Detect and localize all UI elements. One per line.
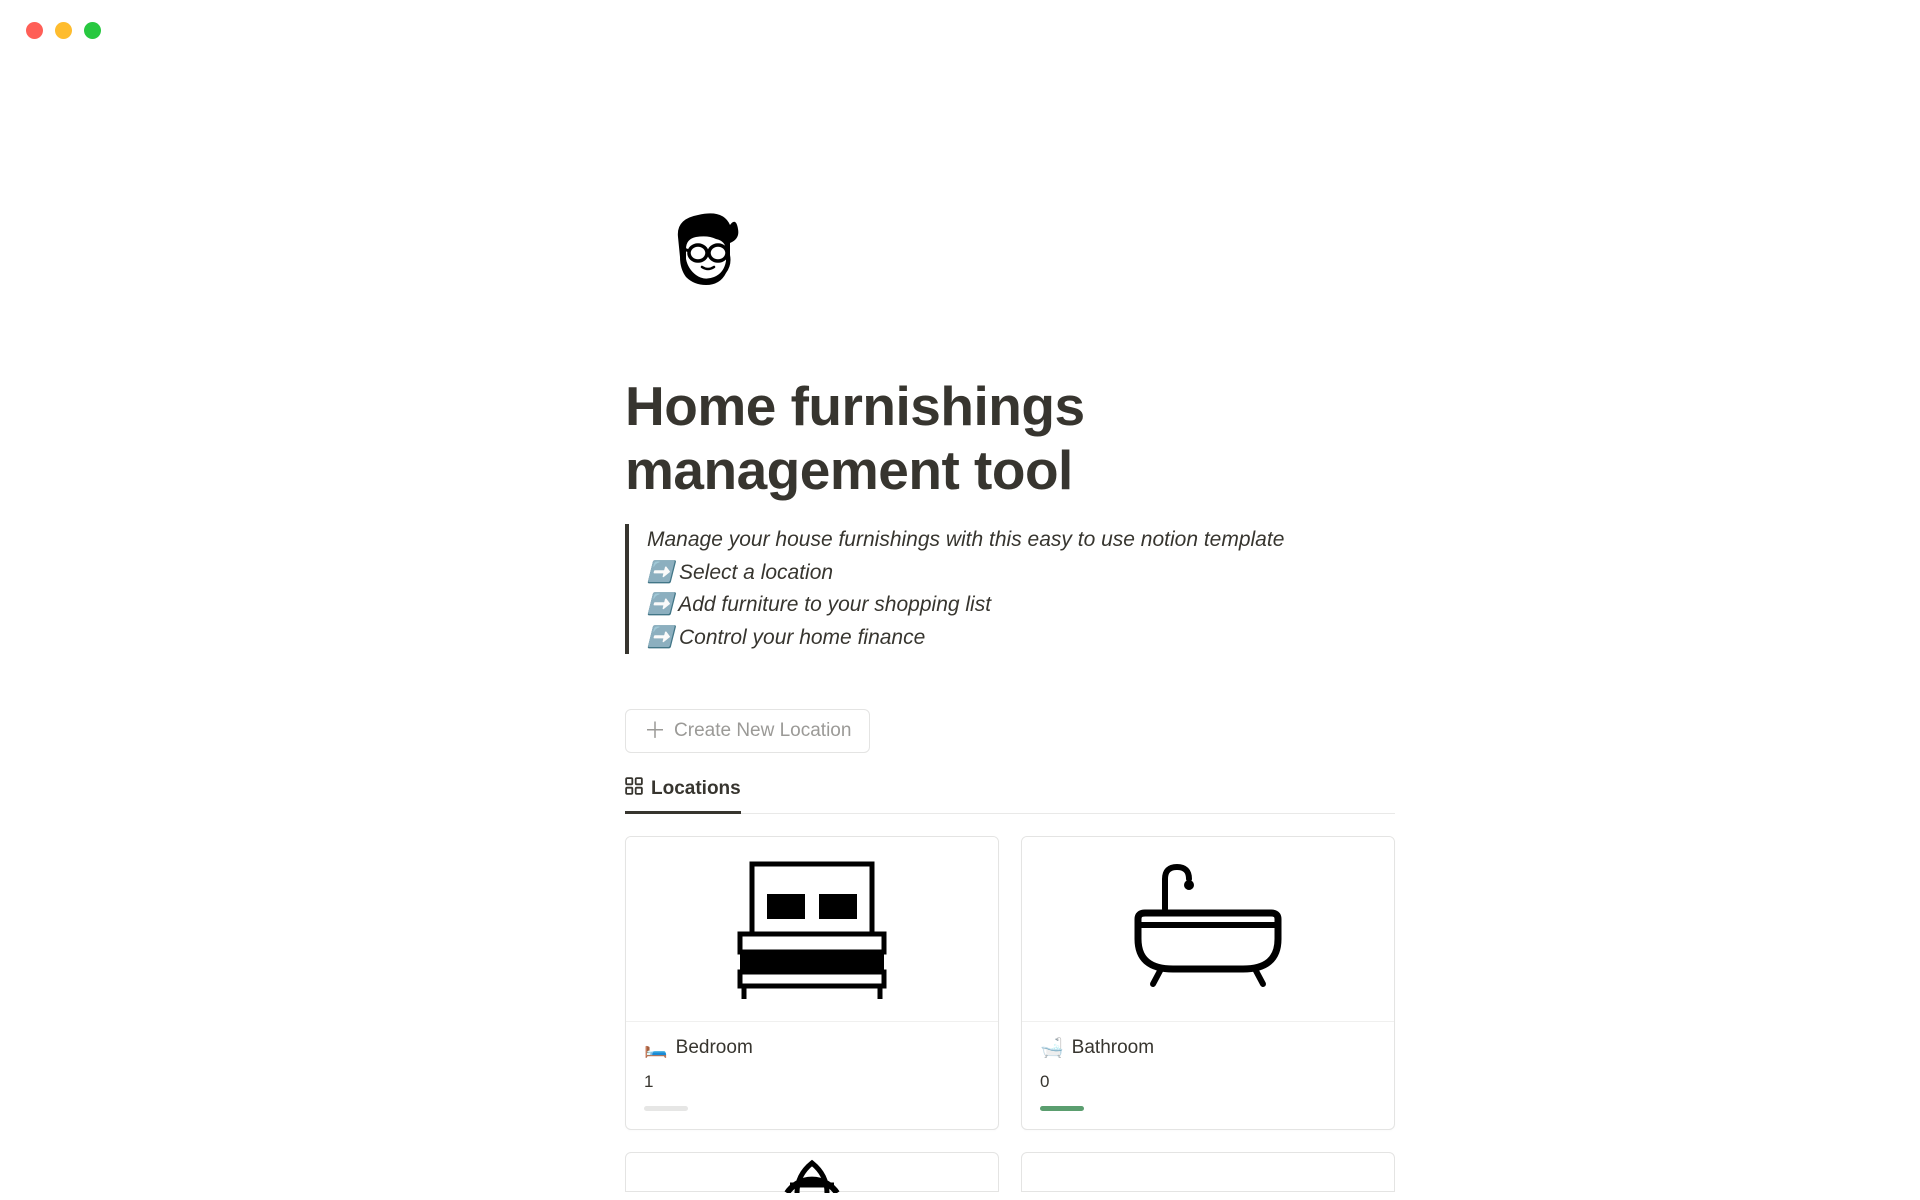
gallery-icon xyxy=(625,777,643,801)
quote-intro: Manage your house furnishings with this … xyxy=(647,524,1395,557)
quote-line-3: ➡️ Control your home finance xyxy=(647,622,1395,655)
locations-gallery: 🛏️ Bedroom 1 🛁 xyxy=(625,836,1395,1192)
card-title: 🛁 Bathroom xyxy=(1040,1036,1376,1060)
close-window[interactable] xyxy=(26,22,43,39)
quote-line-2: ➡️ Add furniture to your shopping list xyxy=(647,589,1395,622)
location-card-bathroom[interactable]: 🛁 Bathroom 0 xyxy=(1021,836,1395,1130)
create-new-location-button[interactable]: ＋ Create New Location xyxy=(625,709,870,753)
page-icon[interactable] xyxy=(650,199,765,314)
progress-bar xyxy=(644,1106,688,1111)
page-content: Home furnishings management tool Manage … xyxy=(485,199,1435,1192)
minimize-window[interactable] xyxy=(55,22,72,39)
card-title-text: Bedroom xyxy=(676,1037,753,1059)
card-body: 🛁 Bathroom 0 xyxy=(1022,1022,1394,1129)
quote-line-1: ➡️ Select a location xyxy=(647,557,1395,590)
person-glasses-icon xyxy=(658,207,758,307)
location-card-bedroom[interactable]: 🛏️ Bedroom 1 xyxy=(625,836,999,1130)
bathtub-icon xyxy=(1123,859,1293,999)
location-card-partial[interactable] xyxy=(625,1152,999,1192)
card-emoji: 🛏️ xyxy=(644,1036,668,1060)
card-title-text: Bathroom xyxy=(1072,1037,1154,1059)
page-title[interactable]: Home furnishings management tool xyxy=(625,374,1395,502)
card-count: 1 xyxy=(644,1072,980,1092)
bed-icon xyxy=(722,854,902,1004)
quote-block[interactable]: Manage your house furnishings with this … xyxy=(625,524,1395,654)
card-count: 0 xyxy=(1040,1072,1376,1092)
tab-locations[interactable]: Locations xyxy=(625,777,741,814)
window-controls xyxy=(0,0,1920,39)
card-cover xyxy=(626,837,998,1022)
view-tabs: Locations xyxy=(625,777,1395,814)
card-cover xyxy=(1022,837,1394,1022)
maximize-window[interactable] xyxy=(84,22,101,39)
location-card-partial[interactable] xyxy=(1021,1152,1395,1192)
progress-bar xyxy=(1040,1106,1084,1111)
plus-icon: ＋ xyxy=(644,720,666,742)
tab-label: Locations xyxy=(651,778,741,800)
globe-icon xyxy=(782,1157,842,1193)
card-title: 🛏️ Bedroom xyxy=(644,1036,980,1060)
card-emoji: 🛁 xyxy=(1040,1036,1064,1060)
card-body: 🛏️ Bedroom 1 xyxy=(626,1022,998,1129)
create-button-label: Create New Location xyxy=(674,720,851,742)
